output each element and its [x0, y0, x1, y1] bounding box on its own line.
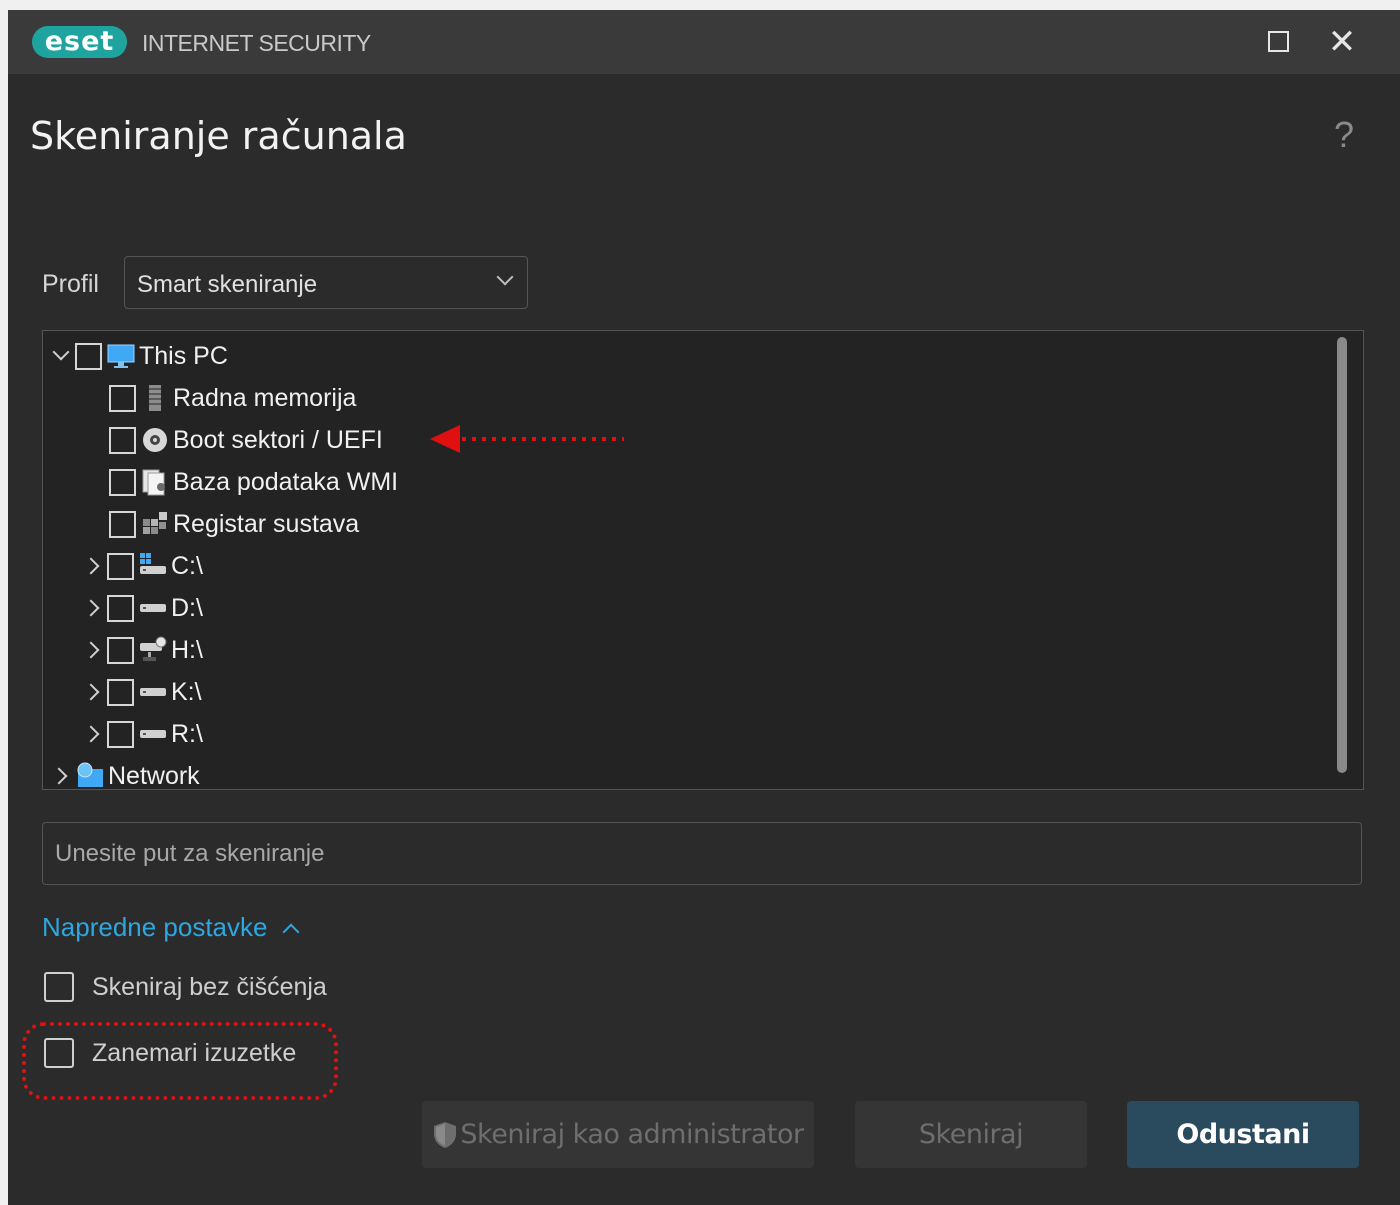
tree-item-label: Registar sustava — [173, 509, 360, 538]
tree-item-label: This PC — [139, 341, 228, 370]
checkbox-registry[interactable] — [109, 510, 136, 538]
advanced-settings-label: Napredne postavke — [42, 912, 268, 942]
tree-item-memory[interactable]: Radna memorija — [109, 379, 356, 417]
tree-scrollbar[interactable] — [1337, 337, 1347, 773]
app-name: INTERNET SECURITY — [142, 30, 371, 56]
scan-path-field[interactable] — [43, 823, 1361, 884]
checkbox-drive-d[interactable] — [107, 594, 134, 622]
checkbox-drive-c[interactable] — [107, 552, 134, 580]
network-drive-icon — [140, 636, 167, 661]
close-icon: ✕ — [1327, 23, 1357, 61]
checkbox-scan-without-cleaning[interactable] — [44, 972, 74, 1002]
monitor-icon — [107, 344, 135, 368]
tree-item-drive-k[interactable]: K:\ — [79, 673, 202, 711]
close-button[interactable]: ✕ — [1324, 24, 1360, 60]
maximize-button[interactable] — [1260, 24, 1296, 60]
network-globe-icon — [77, 762, 103, 787]
scan-path-input[interactable] — [42, 822, 1362, 885]
profile-label: Profil — [42, 270, 99, 298]
help-icon[interactable]: ? — [1334, 114, 1354, 156]
tree-item-registry[interactable]: Registar sustava — [109, 505, 359, 543]
checkbox-this-pc[interactable] — [75, 342, 102, 370]
disc-icon — [143, 428, 167, 452]
tree-item-label: Boot sektori / UEFI — [173, 425, 383, 454]
checkbox-memory[interactable] — [109, 384, 136, 412]
drive-icon — [140, 688, 166, 696]
tree-item-label: Radna memorija — [173, 383, 357, 412]
checkbox-drive-k[interactable] — [107, 678, 134, 706]
expand-toggle[interactable] — [79, 631, 107, 669]
scan-button[interactable]: Skeniraj — [855, 1101, 1087, 1168]
chevron-down-icon — [496, 268, 514, 286]
option-scan-without-cleaning[interactable]: Skeniraj bez čišćenja — [44, 972, 327, 1002]
expand-toggle[interactable] — [79, 589, 107, 627]
drive-icon — [140, 730, 166, 738]
tree-item-this-pc[interactable]: This PC — [47, 337, 228, 375]
scan-as-admin-button[interactable]: Skeniraj kao administrator — [422, 1101, 814, 1168]
tree-item-drive-h[interactable]: H:\ — [79, 631, 203, 669]
titlebar: eset INTERNET SECURITY ✕ — [8, 10, 1400, 74]
expand-toggle[interactable] — [47, 337, 75, 375]
tree-item-label: Baza podataka WMI — [173, 467, 399, 496]
expand-toggle[interactable] — [79, 715, 107, 753]
tree-item-drive-d[interactable]: D:\ — [79, 589, 203, 627]
annotation-arrow — [430, 425, 624, 453]
drive-icon — [140, 604, 166, 612]
tree-item-boot-sectors[interactable]: Boot sektori / UEFI — [109, 421, 383, 459]
tree-item-label: R:\ — [171, 719, 203, 748]
checkbox-wmi[interactable] — [109, 468, 136, 496]
tree-item-label: D:\ — [171, 593, 203, 622]
option-label: Skeniraj bez čišćenja — [92, 972, 327, 1001]
scan-target-tree: This PC Radna memorija Boot sektori / UE — [42, 330, 1364, 790]
advanced-settings-toggle[interactable]: Napredne postavke — [42, 912, 300, 943]
scan-label: Skeniraj — [918, 1119, 1024, 1150]
expand-toggle[interactable] — [47, 757, 75, 789]
shield-icon — [434, 1121, 457, 1148]
tree-item-label: K:\ — [171, 677, 202, 706]
profile-dropdown[interactable]: Smart skeniranje — [124, 256, 528, 309]
checkbox-drive-h[interactable] — [107, 636, 134, 664]
tree-item-label: Network — [108, 761, 200, 790]
checkbox-boot-sectors[interactable] — [109, 426, 136, 454]
eset-logo: eset — [32, 26, 127, 58]
expand-toggle[interactable] — [79, 547, 107, 585]
tree-item-drive-r[interactable]: R:\ — [79, 715, 203, 753]
wmi-document-icon — [142, 469, 165, 496]
cancel-label: Odustani — [1176, 1119, 1310, 1150]
tree-item-network[interactable]: Network — [47, 757, 200, 790]
tree-item-label: H:\ — [171, 635, 203, 664]
checkbox-drive-r[interactable] — [107, 720, 134, 748]
maximize-icon — [1267, 31, 1289, 53]
tree-item-label: C:\ — [171, 551, 203, 580]
memory-chip-icon — [149, 385, 161, 411]
chevron-up-icon — [282, 923, 300, 940]
scan-as-admin-label: Skeniraj kao administrator — [460, 1119, 804, 1150]
page-title: Skeniranje računala — [30, 114, 407, 158]
scan-window: eset INTERNET SECURITY ✕ Skeniranje raču… — [8, 10, 1400, 1205]
expand-toggle[interactable] — [79, 673, 107, 711]
annotation-highlight-box — [22, 1022, 338, 1100]
profile-selected-value: Smart skeniranje — [137, 271, 318, 298]
registry-icon — [143, 512, 167, 534]
tree-item-wmi[interactable]: Baza podataka WMI — [109, 463, 398, 501]
tree-item-drive-c[interactable]: C:\ — [79, 547, 203, 585]
windows-drive-icon — [140, 553, 166, 574]
cancel-button[interactable]: Odustani — [1127, 1101, 1359, 1168]
